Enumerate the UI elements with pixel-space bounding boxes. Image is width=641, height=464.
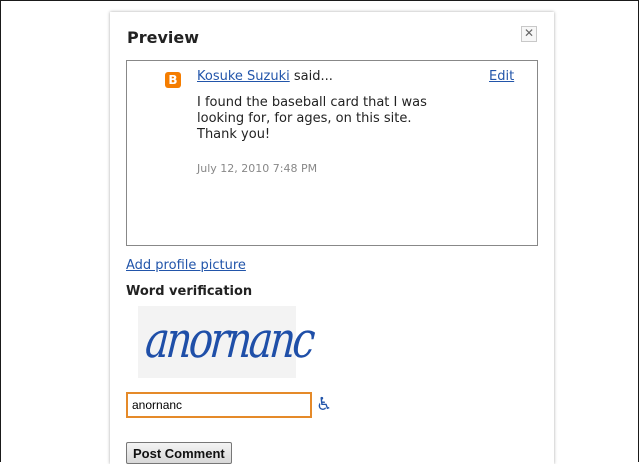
close-icon[interactable]: ✕	[521, 26, 537, 42]
captcha-input[interactable]	[126, 392, 312, 418]
edit-link[interactable]: Edit	[489, 69, 514, 84]
add-profile-picture-link[interactable]: Add profile picture	[126, 258, 246, 273]
word-verification-label: Word verification	[126, 284, 253, 299]
comment-body: I found the baseball card that I was loo…	[197, 95, 497, 143]
said-text: said...	[289, 69, 333, 84]
comment-line: Thank you!	[197, 127, 271, 142]
panel-title: Preview	[127, 28, 200, 47]
post-comment-button[interactable]: Post Comment	[126, 442, 232, 464]
author-link[interactable]: Kosuke Suzuki	[197, 69, 290, 84]
comment-line: I found the baseball card that I was	[197, 95, 427, 110]
blogger-icon: B	[165, 72, 181, 88]
comment-preview-box: B Kosuke Suzuki said... Edit I found the…	[126, 60, 538, 246]
comment-author-line: Kosuke Suzuki said...	[197, 69, 333, 84]
comment-line: looking for, for ages, on this site.	[197, 111, 412, 126]
captcha-image: anornanc	[138, 306, 315, 378]
captcha-word: anornanc	[143, 312, 315, 370]
comment-preview-panel: Preview ✕ B Kosuke Suzuki said... Edit I…	[110, 12, 554, 464]
comment-timestamp: July 12, 2010 7:48 PM	[197, 162, 318, 175]
wheelchair-icon[interactable]: ♿	[316, 394, 336, 416]
